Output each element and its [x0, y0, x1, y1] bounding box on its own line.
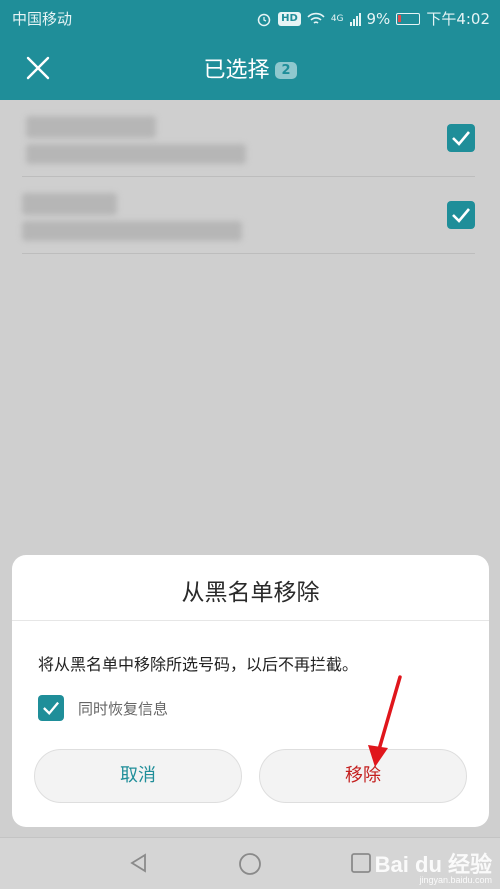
cancel-button[interactable]: 取消	[34, 749, 242, 803]
status-bar: 中国移动 HD 4G 9% 下午4:02	[0, 0, 500, 36]
selected-count-badge: 2	[275, 62, 297, 79]
dialog-divider	[12, 620, 489, 621]
signal-icon	[349, 12, 361, 26]
annotation-arrow-icon	[368, 675, 402, 767]
recents-icon[interactable]	[350, 852, 372, 874]
alarm-icon	[257, 13, 271, 26]
page-title: 已选择	[203, 58, 270, 83]
battery-percent: 9%	[366, 9, 391, 28]
list-item[interactable]	[22, 177, 475, 254]
dialog-message: 将从黑名单中移除所选号码，以后不再拦截。	[38, 655, 359, 674]
watermark: Bai du 经验 jingyan.baidu.com	[375, 847, 492, 885]
clock: 下午4:02	[426, 10, 490, 28]
checkmark-icon	[452, 208, 470, 223]
checkmark-icon	[452, 131, 470, 146]
restore-messages-checkbox[interactable]	[38, 695, 64, 721]
row-checkbox[interactable]	[447, 124, 475, 152]
hd-badge: HD	[278, 11, 301, 26]
wifi-icon	[307, 12, 325, 24]
header-title-group: 已选择 2	[0, 52, 500, 84]
row-checkbox[interactable]	[447, 201, 475, 229]
restore-messages-option[interactable]: 同时恢复信息	[38, 695, 168, 721]
selection-header: 已选择 2	[0, 36, 500, 100]
list-item[interactable]	[22, 100, 475, 177]
back-icon[interactable]	[128, 852, 150, 874]
dialog-title: 从黑名单移除	[181, 580, 320, 606]
blurred-contact-detail	[26, 144, 246, 164]
battery-icon	[396, 12, 421, 25]
carrier-label: 中国移动	[12, 10, 73, 28]
watermark-brand: Bai du 经验	[374, 852, 492, 877]
remove-dialog: 从黑名单移除 将从黑名单中移除所选号码，以后不再拦截。 同时恢复信息 取消 移除	[12, 555, 489, 827]
checkmark-icon	[43, 701, 59, 716]
blurred-contact-name	[26, 116, 156, 138]
restore-messages-label: 同时恢复信息	[78, 699, 169, 718]
blurred-contact-name	[22, 193, 117, 215]
status-icons: HD 4G 9% 下午4:02	[256, 8, 490, 29]
home-icon[interactable]	[238, 852, 262, 876]
blacklist-list	[0, 100, 500, 254]
network-type: 4G	[330, 13, 344, 24]
blurred-contact-detail	[22, 221, 242, 241]
